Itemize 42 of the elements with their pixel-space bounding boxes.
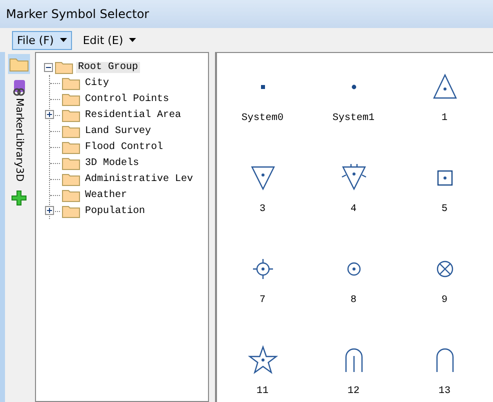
tree-item[interactable]: Flood Control (83, 142, 166, 152)
caret-icon (60, 38, 67, 42)
caret-icon (129, 38, 136, 42)
folder-icon (62, 204, 80, 218)
symbol-label: 7 (259, 295, 266, 306)
folder-icon (62, 188, 80, 202)
symbol-label: System0 (241, 113, 284, 124)
symbol-label: 13 (438, 386, 450, 397)
folder-icon (55, 60, 73, 74)
expand-icon[interactable] (45, 206, 54, 215)
tree-item[interactable]: City (83, 78, 112, 88)
library-tab[interactable]: MarkerLibrary3D (12, 80, 26, 182)
symbol-label: 11 (256, 386, 268, 397)
folder-icon (62, 140, 80, 154)
tree-item[interactable]: Root Group (76, 62, 140, 72)
tree-item[interactable]: Control Points (83, 94, 172, 104)
folder-icon (62, 156, 80, 170)
expand-icon[interactable] (45, 110, 54, 119)
symbol-label: 4 (350, 204, 356, 215)
folder-icon (62, 172, 80, 186)
tree-item[interactable]: Weather (83, 190, 130, 200)
symbol-label: 3 (259, 204, 266, 215)
symbol-label: 12 (347, 386, 360, 397)
folder-icon (62, 76, 80, 90)
folder-icon (62, 108, 80, 122)
collapse-icon[interactable] (44, 62, 53, 72)
symbol-label: 1 (441, 113, 448, 124)
tree-item[interactable]: Land Survey (83, 126, 154, 136)
symbol-label: 8 (350, 295, 356, 306)
symbol-label: 5 (441, 204, 448, 215)
tree-item[interactable]: 3D Models (83, 158, 142, 168)
tree-item[interactable]: Population (83, 206, 148, 216)
library-icon (12, 80, 26, 96)
symbol-label: System1 (332, 113, 374, 124)
menu-button[interactable]: Edit (E) (78, 30, 142, 50)
tree-item[interactable]: Residential Area (83, 110, 184, 120)
symbol-label: 9 (441, 295, 448, 306)
tree-item[interactable]: Administrative Lev (83, 174, 196, 184)
menu-button[interactable]: File (F) (12, 30, 72, 50)
folder-icon (62, 92, 80, 106)
window-title: Marker Symbol Selector (6, 7, 150, 21)
folder-icon (62, 124, 80, 138)
